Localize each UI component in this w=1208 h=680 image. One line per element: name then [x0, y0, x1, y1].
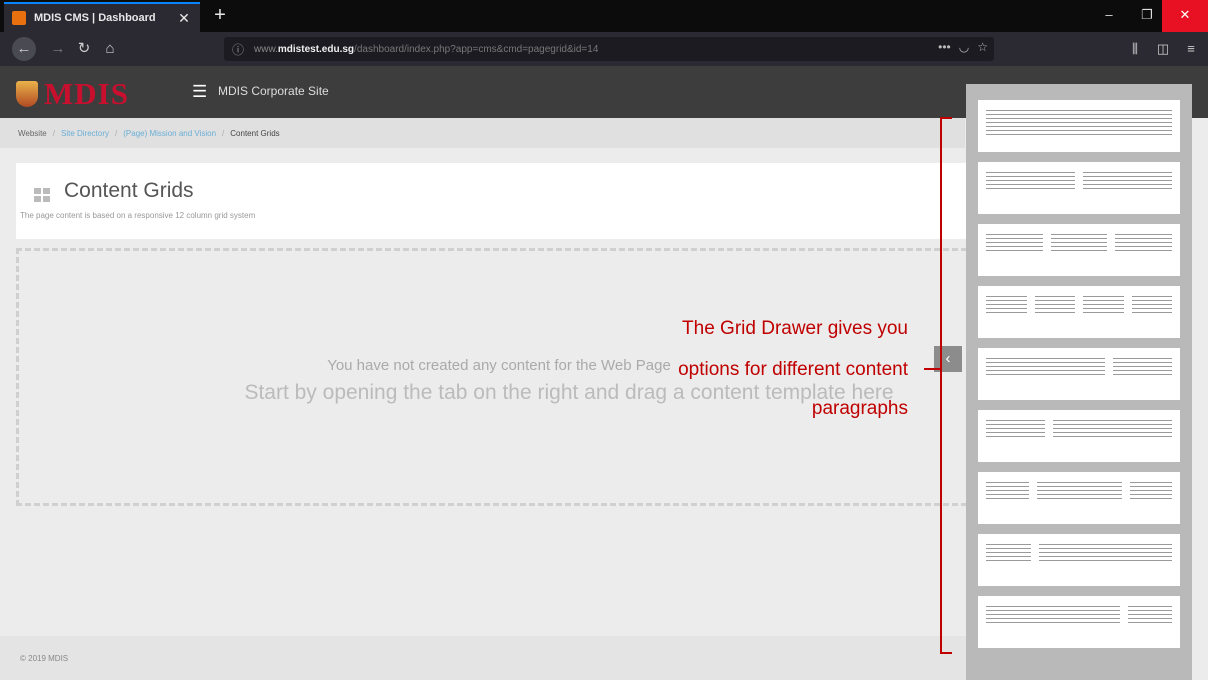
forward-icon[interactable]: →	[46, 37, 70, 61]
library-icon[interactable]: ⫼	[1124, 37, 1146, 61]
browser-tabbar: MDIS CMS | Dashboard ✕ + ‒ ❐ ✕	[0, 0, 1208, 32]
url-path: /dashboard/index.php?app=cms&cmd=pagegri…	[354, 43, 599, 55]
breadcrumb-separator: /	[222, 128, 225, 138]
layout-two-columns[interactable]	[978, 162, 1180, 214]
annotation-pointer	[924, 368, 942, 370]
breadcrumb-page[interactable]: (Page) Mission and Vision	[123, 129, 216, 138]
tab-title: MDIS CMS | Dashboard	[34, 12, 156, 24]
page-title: Content Grids	[64, 179, 194, 202]
home-icon[interactable]: ⌂	[98, 37, 122, 61]
breadcrumb: Website / Site Directory / (Page) Missio…	[0, 118, 965, 148]
hamburger-menu-icon[interactable]: ☰	[192, 82, 207, 102]
breadcrumb-root[interactable]: Website	[18, 129, 47, 138]
layout-two-thirds-one-third[interactable]	[978, 348, 1180, 400]
breadcrumb-separator: /	[115, 128, 118, 138]
layout-quarter-three-quarters[interactable]	[978, 534, 1180, 586]
back-icon[interactable]: ←	[12, 37, 36, 61]
footer: © 2019 MDIS	[0, 636, 966, 680]
url-domain: mdistest.edu.sg	[277, 43, 355, 55]
reload-icon[interactable]: ↻	[72, 37, 96, 61]
annotation-line-3: paragraphs	[811, 398, 908, 419]
annotation-bracket	[940, 117, 952, 654]
menu-icon[interactable]: ≡	[1180, 37, 1202, 61]
layout-quarter-half-quarter[interactable]	[978, 472, 1180, 524]
new-tab-button[interactable]: +	[208, 4, 232, 28]
page-header-card: Content Grids The page content is based …	[16, 163, 966, 239]
info-icon[interactable]: ⓘ	[232, 41, 248, 58]
browser-navbar: ← → ↻ ⌂ ⓘ www. mdistest.edu.sg /dashboar…	[0, 32, 1208, 66]
breadcrumb-current: Content Grids	[230, 128, 280, 138]
site-name[interactable]: MDIS Corporate Site	[218, 84, 329, 98]
more-actions-icon[interactable]: •••	[938, 40, 951, 54]
page-subtitle: The page content is based on a responsiv…	[20, 211, 256, 220]
favicon-icon	[12, 11, 26, 25]
close-window-button[interactable]: ✕	[1162, 0, 1208, 32]
url-prefix: www.	[254, 43, 278, 55]
layout-four-columns[interactable]	[978, 286, 1180, 338]
layout-full-width[interactable]	[978, 100, 1180, 152]
screen: MDIS CMS | Dashboard ✕ + ‒ ❐ ✕ ← → ↻ ⌂ ⓘ…	[0, 0, 1208, 680]
breadcrumb-site-directory[interactable]: Site Directory	[61, 129, 109, 138]
sidebar-icon[interactable]: ◫	[1152, 37, 1174, 61]
grid-icon	[34, 188, 50, 202]
copyright-text: © 2019 MDIS	[20, 654, 69, 663]
pocket-icon[interactable]: ◡	[959, 40, 969, 54]
url-bar[interactable]: ⓘ www. mdistest.edu.sg /dashboard/index.…	[224, 37, 994, 61]
empty-state-instruction: Start by opening the tab on the right an…	[244, 381, 894, 404]
annotation-line-1: The Grid Drawer gives you	[682, 318, 908, 339]
grid-drawer	[966, 84, 1192, 680]
crest-icon	[16, 81, 38, 107]
annotation-line-2: options for different content	[678, 359, 908, 380]
layout-three-quarters-quarter[interactable]	[978, 596, 1180, 648]
breadcrumb-separator: /	[52, 128, 55, 138]
tab-close-icon[interactable]: ✕	[176, 10, 192, 27]
logo-text: MDIS	[44, 76, 129, 111]
bookmark-star-icon[interactable]: ☆	[977, 40, 988, 54]
url-actions: ••• ◡ ☆	[938, 40, 988, 54]
browser-tab[interactable]: MDIS CMS | Dashboard ✕	[4, 2, 200, 32]
mdis-logo[interactable]: MDIS	[16, 76, 129, 112]
layout-three-columns[interactable]	[978, 224, 1180, 276]
layout-one-third-two-thirds[interactable]	[978, 410, 1180, 462]
